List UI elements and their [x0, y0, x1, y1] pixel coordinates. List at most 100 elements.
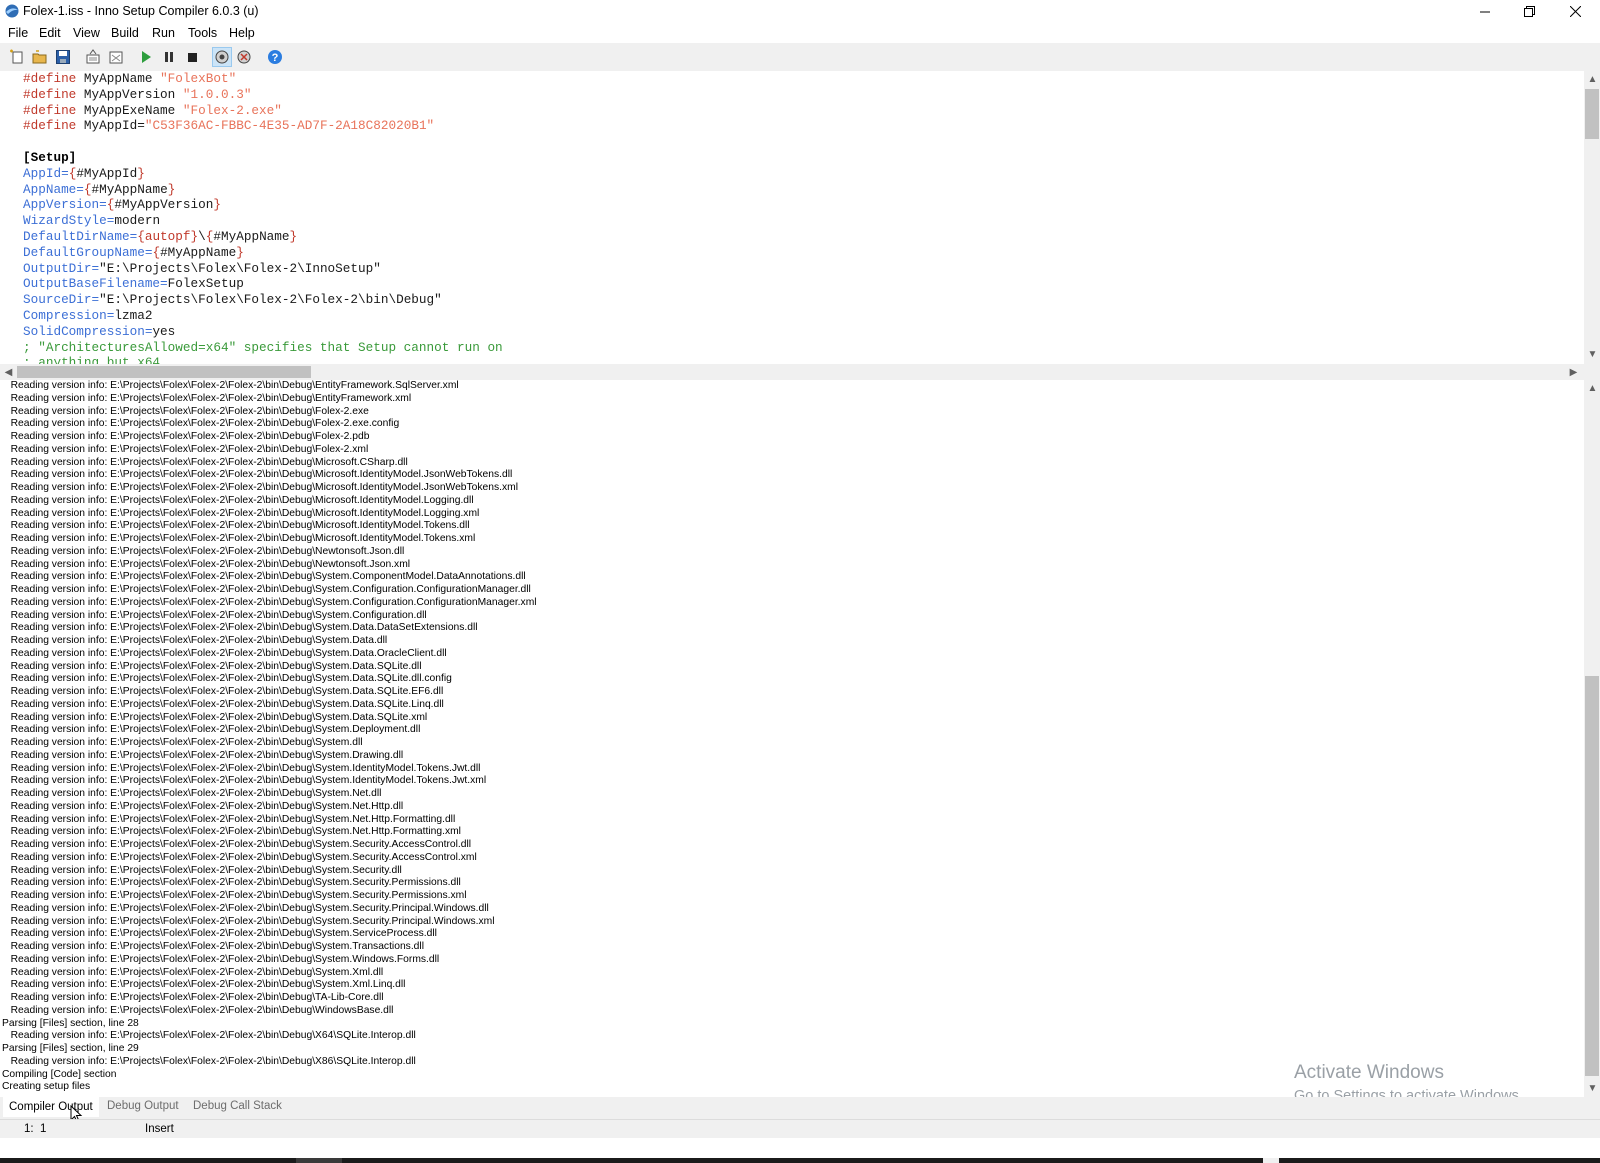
tab-debug-output[interactable]: Debug Output — [104, 1100, 182, 1112]
restore-button[interactable] — [1507, 0, 1552, 23]
scroll-left-icon[interactable]: ◀ — [0, 364, 17, 380]
open-file-icon[interactable] — [31, 48, 49, 66]
stop-compile-icon[interactable] — [107, 48, 125, 66]
code-token: DefaultGroupName= — [23, 244, 153, 260]
cursor-position: 1: 1 — [24, 1123, 47, 1135]
code-line: #define MyAppId="C53F36AC-FBBC-4E35-AD7F… — [23, 118, 503, 134]
menu-build[interactable]: Build — [111, 26, 139, 40]
menu-help[interactable]: Help — [229, 26, 255, 40]
status-bar: 1: 1 Insert — [0, 1119, 1600, 1138]
output-line: Reading version info: E:\Projects\Folex\… — [2, 405, 369, 417]
output-line: Reading version info: E:\Projects\Folex\… — [2, 711, 428, 723]
new-file-icon[interactable] — [8, 48, 26, 66]
run-icon[interactable] — [137, 48, 155, 66]
output-line: Reading version info: E:\Projects\Folex\… — [2, 749, 404, 761]
code-token: {autopf} — [137, 228, 199, 244]
code-token: yes — [152, 323, 176, 339]
scroll-right-icon[interactable]: ▶ — [1565, 364, 1582, 380]
code-token: #MyAppId — [76, 165, 138, 181]
pause-icon[interactable] — [160, 48, 178, 66]
menu-view[interactable]: View — [73, 26, 100, 40]
tab-debug-call-stack[interactable]: Debug Call Stack — [190, 1100, 285, 1112]
target-setup-icon[interactable] — [212, 47, 232, 67]
menu-bar: File Edit View Build Run Tools Help — [0, 23, 1600, 42]
output-line: Reading version info: E:\Projects\Folex\… — [2, 775, 487, 787]
code-token: #define — [23, 71, 84, 86]
code-token: OutputDir= — [23, 260, 100, 276]
output-line: Reading version info: E:\Projects\Folex\… — [2, 788, 382, 799]
code-token: { — [152, 244, 161, 260]
output-line: Compiling [Code] section — [2, 1068, 117, 1080]
output-line: Reading version info: E:\Projects\Folex\… — [2, 686, 444, 697]
script-editor[interactable]: #define MyAppName "FolexBot" #define MyAp… — [0, 71, 1584, 364]
editor-vertical-scrollbar[interactable]: ▲ ▼ — [1584, 71, 1600, 364]
output-line: Reading version info: E:\Projects\Folex\… — [2, 1030, 416, 1042]
code-line: AppName={#MyAppName} — [23, 182, 503, 198]
output-line: Reading version info: E:\Projects\Folex\… — [2, 966, 384, 978]
code-token: #MyAppName — [213, 228, 290, 244]
compiler-output-pane[interactable]: Reading version info: E:\Projects\Folex\… — [0, 380, 1584, 1096]
output-line: Reading version info: E:\Projects\Folex\… — [2, 915, 495, 927]
code-token: OutputBaseFilename= — [23, 276, 168, 292]
scroll-up-icon[interactable]: ▲ — [1584, 380, 1600, 396]
scroll-up-icon[interactable]: ▲ — [1584, 71, 1600, 87]
svg-text:?: ? — [272, 52, 279, 64]
target-uninstall-icon[interactable] — [235, 48, 253, 66]
output-line: Reading version info: E:\Projects\Folex\… — [2, 520, 470, 532]
code-line: DefaultGroupName={#MyAppName} — [23, 245, 503, 261]
code-token: } — [137, 165, 145, 181]
scroll-thumb[interactable] — [1585, 676, 1599, 1076]
output-line: Reading version info: E:\Projects\Folex\… — [2, 877, 461, 889]
code-token: "C53F36AC-FBBC-4E35-AD7F-2A18C82020B1" — [144, 118, 435, 134]
menu-edit[interactable]: Edit — [39, 26, 61, 40]
output-line: Reading version info: E:\Projects\Folex\… — [2, 1055, 416, 1067]
output-vertical-scrollbar[interactable]: ▲ ▼ — [1584, 380, 1600, 1097]
restore-icon — [1524, 6, 1535, 17]
output-line: Reading version info: E:\Projects\Folex\… — [2, 494, 474, 506]
output-line: Reading version info: E:\Projects\Folex\… — [2, 571, 526, 583]
insert-mode: Insert — [145, 1123, 174, 1135]
code-token: MyAppId= — [83, 118, 145, 134]
code-token: MyAppName — [83, 71, 161, 86]
scroll-thumb[interactable] — [1585, 89, 1599, 139]
minimize-button[interactable] — [1462, 0, 1507, 23]
output-line: Reading version info: E:\Projects\Folex\… — [2, 431, 370, 442]
code-token: } — [167, 181, 176, 197]
minimize-icon — [1479, 11, 1490, 12]
output-line: Reading version info: E:\Projects\Folex\… — [2, 660, 422, 672]
code-token: #MyAppName — [91, 181, 168, 197]
code-token: { — [83, 181, 92, 197]
output-line: Reading version info: E:\Projects\Folex\… — [2, 673, 452, 685]
output-line: Reading version info: E:\Projects\Folex\… — [2, 979, 406, 991]
close-icon — [1570, 6, 1581, 17]
editor-horizontal-scrollbar[interactable]: ◀ ▶ — [0, 364, 1584, 380]
output-line: Reading version info: E:\Projects\Folex\… — [2, 864, 402, 876]
terminate-icon[interactable] — [183, 48, 201, 66]
code-token: } — [236, 244, 244, 260]
close-button[interactable] — [1553, 0, 1598, 23]
code-line: Compression=lzma2 — [23, 308, 503, 324]
compile-icon[interactable] — [84, 48, 102, 66]
output-line: Reading version info: E:\Projects\Folex\… — [2, 800, 404, 812]
menu-run[interactable]: Run — [152, 26, 175, 40]
output-line: Reading version info: E:\Projects\Folex\… — [2, 839, 472, 850]
scroll-thumb[interactable] — [17, 366, 311, 378]
scroll-down-icon[interactable]: ▼ — [1584, 1080, 1600, 1096]
output-line: Reading version info: E:\Projects\Folex\… — [2, 622, 478, 634]
output-line: Parsing [Files] section, line 28 — [2, 1017, 139, 1029]
code-line: #define MyAppVersion "1.0.0.3" — [23, 87, 503, 103]
code-token: SolidCompression= — [23, 323, 153, 339]
scroll-down-icon[interactable]: ▼ — [1584, 346, 1600, 362]
code-lines: #define MyAppName "FolexBot" #define MyAp… — [23, 71, 503, 364]
save-icon[interactable] — [54, 48, 72, 66]
output-line: Reading version info: E:\Projects\Folex\… — [2, 953, 440, 965]
menu-tools[interactable]: Tools — [188, 26, 217, 40]
menu-file[interactable]: File — [8, 26, 28, 40]
help-icon[interactable]: ? — [266, 48, 284, 66]
output-line: Reading version info: E:\Projects\Folex\… — [2, 851, 477, 863]
output-line: Reading version info: E:\Projects\Folex\… — [2, 456, 408, 468]
output-line: Reading version info: E:\Projects\Folex\… — [2, 482, 519, 493]
toolbar: ? — [0, 43, 1600, 71]
tab-compiler-output[interactable]: Compiler Output — [3, 1097, 99, 1117]
code-line: #define MyAppExeName "Folex-2.exe" — [23, 103, 503, 119]
